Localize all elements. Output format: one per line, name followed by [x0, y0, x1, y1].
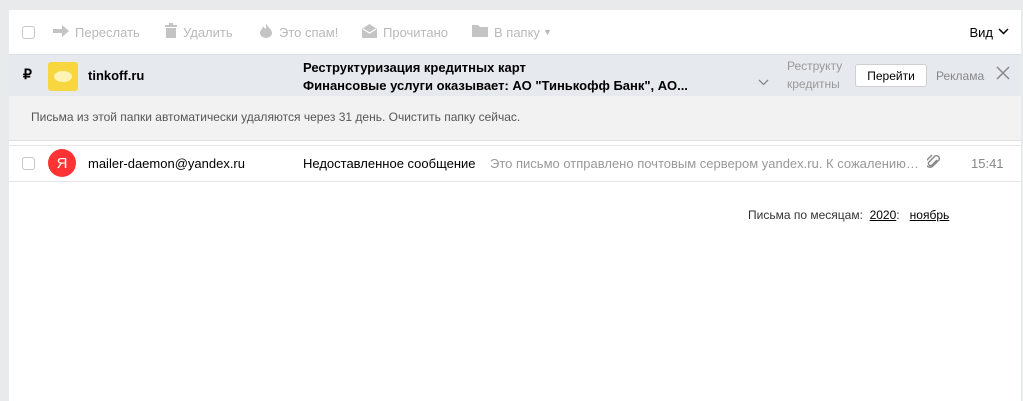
message-subject: Недоставленное сообщение [303, 156, 476, 171]
year-colon: : [896, 208, 900, 222]
move-to-folder-button[interactable]: В папку ▼ [472, 10, 552, 54]
paperclip-icon [925, 154, 940, 175]
ad-subtitle: Финансовые услуги оказывает: АО "Тинькоф… [303, 78, 688, 93]
flame-icon [260, 23, 273, 41]
folder-notice: Письма из этой папки автоматически удаля… [9, 96, 1021, 141]
message-time: 15:41 [971, 156, 1004, 171]
caret-down-icon: ▼ [542, 27, 552, 37]
year-link[interactable]: 2020 [870, 208, 897, 222]
ruble-icon: ₽ [23, 66, 32, 82]
forward-label: Переслать [75, 24, 140, 40]
close-icon[interactable] [996, 64, 1010, 84]
forward-arrow-icon [53, 24, 69, 40]
forward-button[interactable]: Переслать [53, 10, 140, 54]
month-link[interactable]: ноябрь [910, 208, 950, 222]
ad-title: Реструктуризация кредитных карт [303, 60, 526, 75]
message-checkbox[interactable] [22, 157, 35, 170]
trash-icon [165, 23, 177, 41]
ad-preview-line-2: кредитны [787, 77, 840, 91]
mail-panel: Переслать Удалить Это спам! Прочитано В [9, 10, 1021, 401]
ad-sender: tinkoff.ru [88, 68, 145, 83]
clear-folder-link[interactable]: Очистить папку сейчас. [389, 110, 521, 124]
ad-banner[interactable]: ₽ tinkoff.ru Реструктуризация кредитных … [9, 54, 1021, 96]
tinkoff-logo [48, 62, 78, 91]
mark-read-label: Прочитано [383, 24, 448, 40]
ad-go-button[interactable]: Перейти [855, 64, 927, 87]
message-snippet: Это письмо отправлено почтовым сервером … [490, 156, 919, 171]
delete-label: Удалить [183, 24, 233, 40]
mark-read-button[interactable]: Прочитано [362, 10, 448, 54]
envelope-open-icon [362, 23, 377, 41]
message-from: mailer-daemon@yandex.ru [88, 156, 245, 171]
toolbar: Переслать Удалить Это спам! Прочитано В [9, 10, 1021, 54]
view-label: Вид [969, 24, 993, 40]
avatar: Я [48, 149, 76, 177]
months-label: Письма по месяцам: [748, 208, 863, 222]
spam-button[interactable]: Это спам! [260, 10, 338, 54]
months-nav: Письма по месяцам: 2020: ноябрь [748, 208, 949, 222]
chevron-down-icon [998, 26, 1009, 38]
select-all-checkbox[interactable] [22, 26, 35, 39]
spam-label: Это спам! [279, 24, 339, 40]
notice-text: Письма из этой папки автоматически удаля… [31, 110, 386, 124]
view-dropdown[interactable]: Вид [969, 10, 1009, 54]
ad-preview-line-1: Реструкту [787, 59, 843, 73]
ad-expand-chevron-icon[interactable] [758, 77, 769, 89]
folder-icon [472, 24, 488, 40]
ad-label: Реклама [936, 69, 985, 83]
delete-button[interactable]: Удалить [165, 10, 233, 54]
message-row[interactable]: Я mailer-daemon@yandex.ru Недоставленное… [9, 146, 1021, 182]
move-to-folder-label: В папку [494, 24, 540, 40]
